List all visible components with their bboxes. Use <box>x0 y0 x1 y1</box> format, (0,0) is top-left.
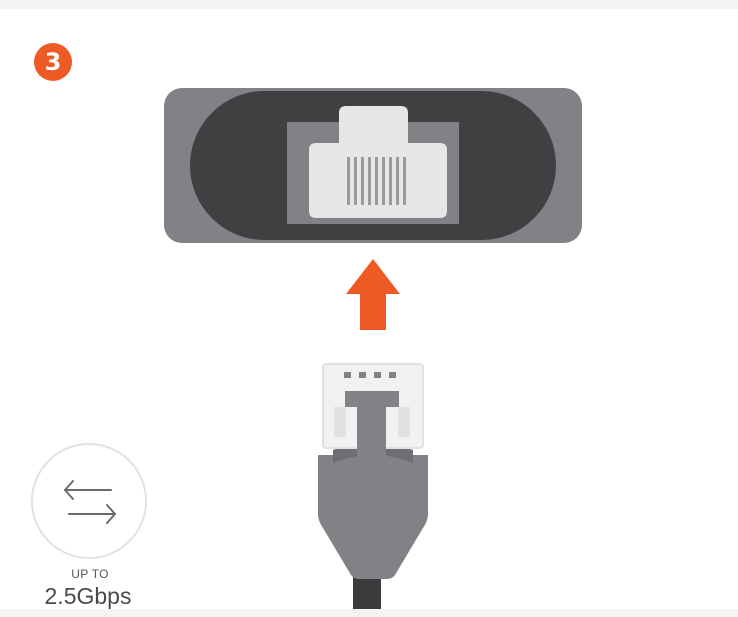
up-arrow-icon <box>346 259 400 330</box>
speed-value-label: 2.5Gbps <box>44 583 132 609</box>
transfer-arrows-icon <box>64 480 116 524</box>
speed-prefix-label: UP TO <box>71 567 109 581</box>
ethernet-plug-icon <box>318 363 428 609</box>
speed-badge <box>31 443 147 559</box>
ethernet-port-icon <box>164 88 582 243</box>
setup-step-panel: 3 UP TO 2.5Gbps <box>0 9 738 609</box>
